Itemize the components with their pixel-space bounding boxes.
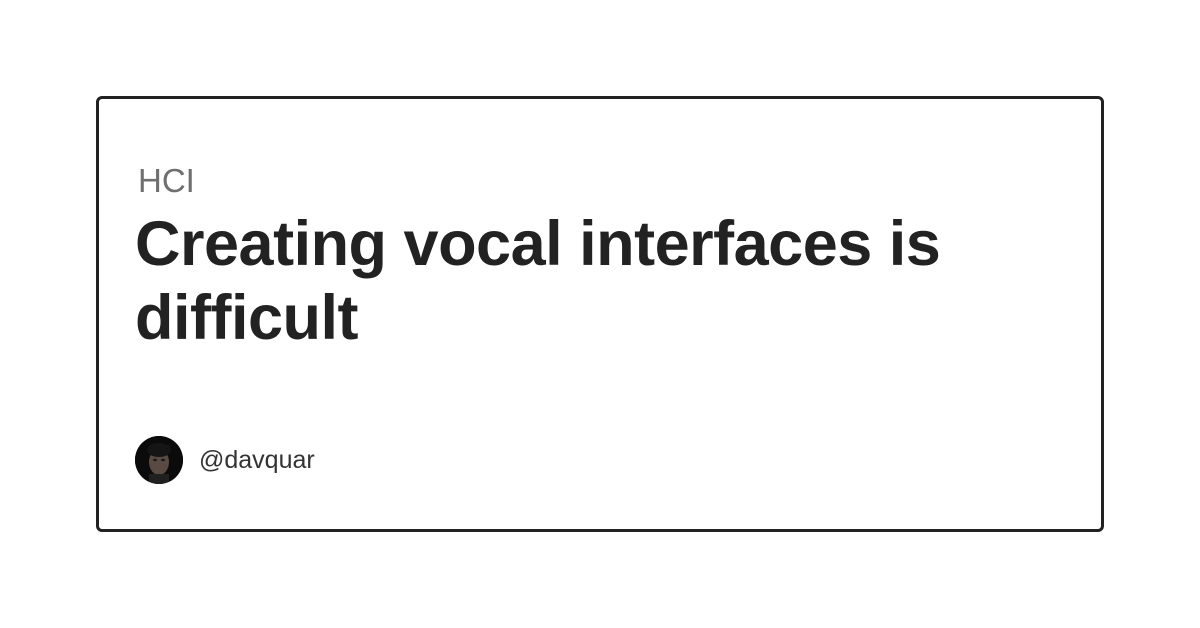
author-avatar[interactable] <box>135 436 183 484</box>
user-photo-icon <box>135 436 183 484</box>
post-category: HCI <box>138 162 195 199</box>
post-title: Creating vocal interfaces is difficult <box>135 209 941 353</box>
post-card[interactable]: HCI Creating vocal interfaces is difficu… <box>96 96 1104 532</box>
author-handle[interactable]: @davquar <box>199 446 315 475</box>
author-info[interactable]: @davquar <box>135 436 315 484</box>
